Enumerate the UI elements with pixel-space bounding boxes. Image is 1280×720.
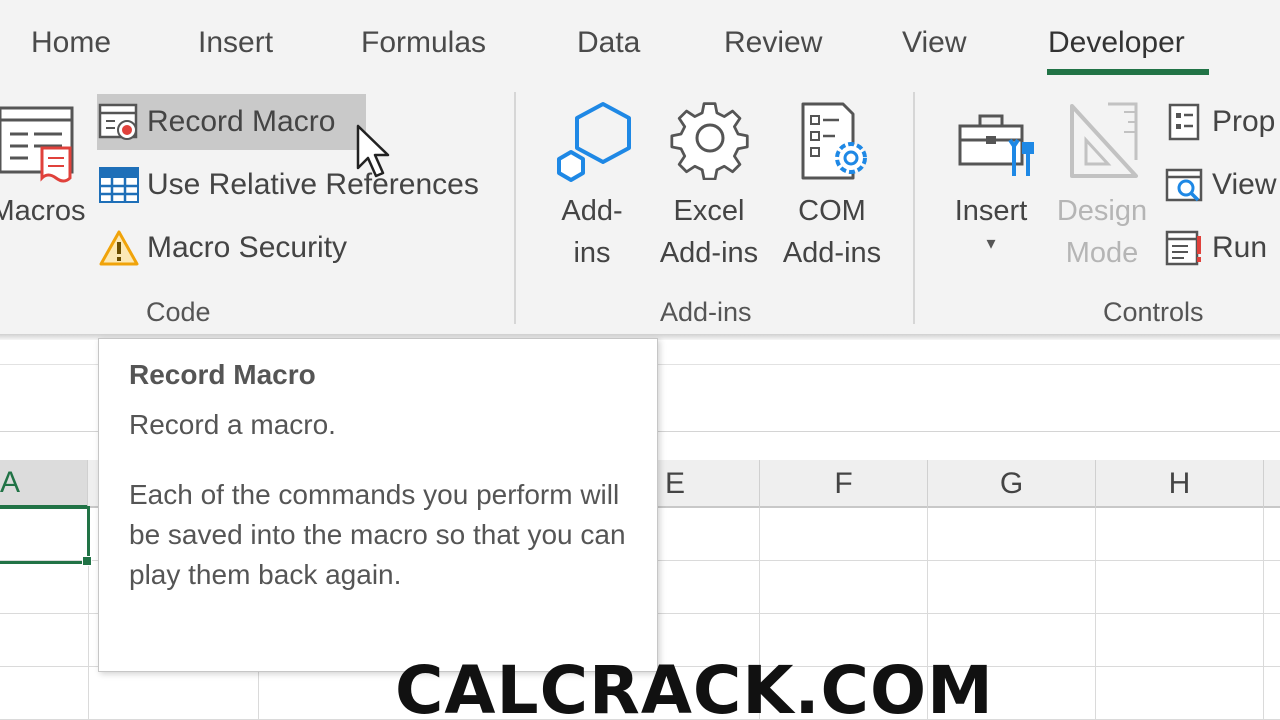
tooltip-body: Each of the commands you perform will be… <box>129 479 626 590</box>
warning-icon <box>97 226 141 270</box>
record-macro-button[interactable]: Record Macro <box>97 94 366 150</box>
add-ins-label-line2: ins <box>573 237 611 269</box>
add-ins-group-label: Add-ins <box>660 297 752 327</box>
use-relative-references-button[interactable]: Use Relative References <box>97 157 497 213</box>
column-header-h[interactable]: H <box>1096 460 1264 508</box>
com-add-ins-label-line1: COM <box>798 195 866 227</box>
design-mode-label-line1: Design <box>1056 195 1148 227</box>
gear-icon <box>650 100 768 190</box>
insert-controls-label: Insert <box>954 195 1028 227</box>
tab-view[interactable]: View <box>902 26 966 60</box>
tooltip-subtitle: Record a macro. <box>129 409 336 440</box>
toolbox-icon <box>946 100 1036 190</box>
view-code-button[interactable]: View <box>1162 157 1280 213</box>
fill-handle[interactable] <box>82 556 92 566</box>
column-header-a[interactable]: A <box>0 460 88 508</box>
group-separator <box>913 92 915 324</box>
controls-group-label: Controls <box>1103 297 1204 327</box>
group-separator <box>514 92 516 324</box>
column-divider <box>1263 508 1264 720</box>
macros-label: Macros <box>0 195 86 227</box>
com-add-ins-label-line2: Add-ins <box>782 237 882 269</box>
tab-formulas[interactable]: Formulas <box>361 26 486 60</box>
relative-references-icon <box>97 163 141 207</box>
macro-security-button[interactable]: Macro Security <box>97 220 387 276</box>
design-mode-label-line2: Mode <box>1065 237 1139 269</box>
excel-add-ins-label-line2: Add-ins <box>659 237 759 269</box>
view-code-label: View <box>1212 168 1277 201</box>
design-mode-button[interactable]: Design Mode <box>1052 100 1152 274</box>
macro-security-label: Macro Security <box>147 231 348 264</box>
use-relative-references-label: Use Relative References <box>147 168 479 201</box>
tab-review[interactable]: Review <box>724 26 822 60</box>
column-divider <box>1095 508 1096 720</box>
record-macro-tooltip: Record Macro Record a macro. Each of the… <box>98 338 658 672</box>
record-macro-icon <box>97 100 141 144</box>
chevron-down-icon: ▾ <box>986 233 996 253</box>
excel-add-ins-label-line1: Excel <box>673 195 745 227</box>
macros-button[interactable]: Macros <box>0 100 92 232</box>
active-cell[interactable] <box>0 506 90 564</box>
properties-icon <box>1162 100 1206 144</box>
add-ins-button[interactable]: Add- ins <box>549 100 635 274</box>
tab-developer[interactable]: Developer <box>1048 26 1185 60</box>
code-group-label: Code <box>146 297 211 327</box>
tab-insert[interactable]: Insert <box>198 26 273 60</box>
active-tab-indicator <box>1047 69 1209 75</box>
tab-home[interactable]: Home <box>31 26 111 60</box>
add-ins-icon <box>549 100 635 190</box>
run-dialog-button[interactable]: Run <box>1162 220 1280 276</box>
com-add-ins-icon <box>773 100 891 190</box>
column-header-g[interactable]: G <box>928 460 1096 508</box>
properties-label: Prop <box>1212 105 1276 138</box>
macros-icon <box>0 100 92 190</box>
tab-data[interactable]: Data <box>577 26 640 60</box>
run-dialog-label: Run <box>1212 231 1268 264</box>
view-code-icon <box>1162 163 1206 207</box>
add-ins-label-line1: Add- <box>561 195 623 227</box>
com-add-ins-button[interactable]: COM Add-ins <box>773 100 891 274</box>
properties-button[interactable]: Prop <box>1162 94 1280 150</box>
watermark-text: CALCRACK.COM <box>395 652 994 720</box>
tooltip-title: Record Macro <box>129 359 316 390</box>
run-dialog-icon <box>1162 226 1206 270</box>
design-mode-icon <box>1052 100 1152 190</box>
column-header-f[interactable]: F <box>760 460 928 508</box>
mouse-pointer-icon <box>356 124 390 185</box>
insert-controls-button[interactable]: Insert ▾ <box>946 100 1036 254</box>
excel-add-ins-button[interactable]: Excel Add-ins <box>650 100 768 274</box>
ribbon-tab-bar: Home Insert Formulas Data Review View De… <box>0 0 1280 88</box>
record-macro-label: Record Macro <box>147 105 336 138</box>
